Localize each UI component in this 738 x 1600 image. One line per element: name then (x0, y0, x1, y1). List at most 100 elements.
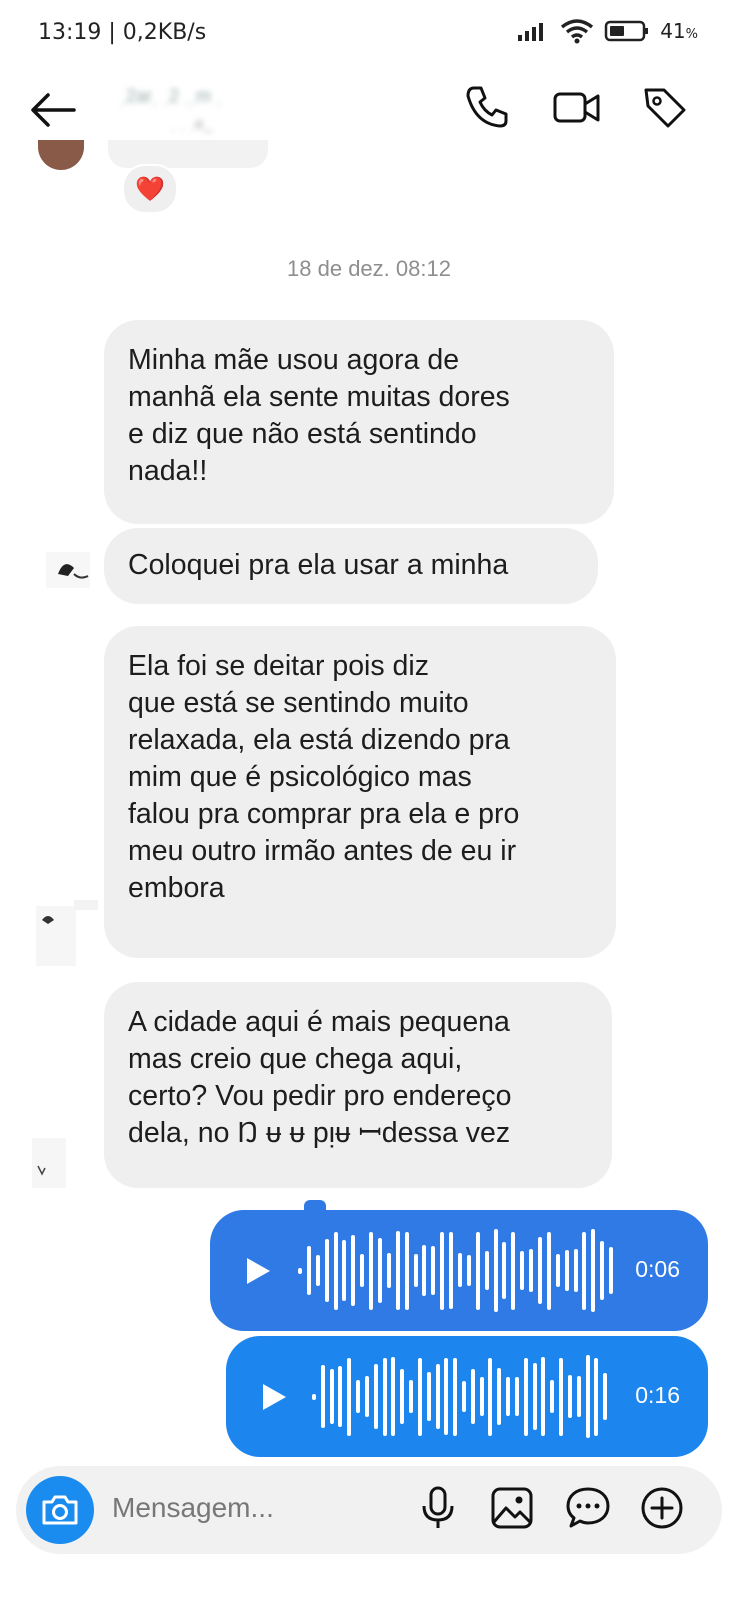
camera-icon (42, 1495, 78, 1525)
waveform-bar (422, 1244, 427, 1297)
waveform-bar (440, 1231, 445, 1310)
gallery-icon[interactable] (488, 1484, 536, 1532)
waveform-bar (609, 1247, 614, 1294)
waveform-bar (573, 1248, 578, 1293)
waveform-bar (466, 1255, 471, 1286)
message-text: Minha mãe usou agora de manhã ela sente … (128, 344, 510, 487)
sender-avatar[interactable] (34, 898, 100, 972)
waveform-bar (413, 1253, 418, 1288)
message-timestamp: 18 de dez. 08:12 (287, 256, 451, 281)
waveform-bar (567, 1374, 572, 1419)
waveform-bar (409, 1379, 414, 1414)
avatar[interactable] (38, 140, 84, 170)
waveform-bar (591, 1228, 596, 1313)
audio-duration: 0:06 (635, 1256, 680, 1282)
waveform-bar (523, 1357, 528, 1436)
waveform-bar (338, 1365, 343, 1428)
status-time: 13:19 | 0,2KB/s (38, 20, 207, 45)
sticker-chat-icon[interactable] (564, 1484, 612, 1532)
contact-username[interactable]: ˌ ˌ ˌe_ (170, 116, 213, 134)
waveform-bar (417, 1357, 422, 1436)
waveform-bar (382, 1357, 387, 1436)
tag-icon[interactable] (640, 82, 690, 132)
waveform-bar (449, 1231, 454, 1309)
waveform-bar (444, 1357, 449, 1435)
message-bubble[interactable]: Ela foi se deitar pois diz que está se s… (104, 626, 616, 958)
waveform-bar (555, 1254, 560, 1287)
audio-message[interactable]: 0:06 (210, 1210, 708, 1331)
status-icons: 41% (516, 18, 698, 44)
waveform-bar (431, 1245, 436, 1296)
message-bubble[interactable]: A cidade aqui é mais pequena mas creio q… (104, 982, 612, 1188)
audio-message[interactable]: 0:16 (226, 1336, 708, 1457)
waveform-bar (453, 1357, 458, 1436)
waveform-bar (529, 1249, 534, 1292)
camera-button[interactable] (26, 1476, 94, 1544)
waveform-bar (502, 1241, 507, 1300)
message-text: A cidade aqui é mais pequena mas creio q… (128, 1006, 512, 1149)
waveform-bar (479, 1377, 484, 1416)
waveform-bar (600, 1241, 605, 1300)
waveform-bar (351, 1235, 356, 1306)
waveform-bar (386, 1253, 391, 1288)
message-bubble[interactable]: Minha mãe usou agora de manhã ela sente … (104, 320, 614, 524)
heart-emoji: ❤️ (135, 175, 165, 203)
phone-icon[interactable] (462, 82, 512, 132)
signal-icon (518, 23, 544, 41)
waveform-bar (546, 1231, 551, 1310)
reaction-badge[interactable]: ❤️ (122, 164, 178, 214)
waveform-bar (532, 1362, 537, 1430)
microphone-icon[interactable] (414, 1484, 462, 1532)
waveform-bar (582, 1231, 587, 1310)
waveform-bar (320, 1365, 325, 1428)
waveform-bar (594, 1357, 599, 1436)
waveform-bar (559, 1357, 564, 1436)
message-input[interactable]: Mensagem... (112, 1492, 274, 1524)
waveform-bar (347, 1357, 352, 1436)
waveform-bar (306, 1246, 311, 1295)
audio-waveform[interactable] (298, 1210, 618, 1331)
battery-icon (604, 20, 649, 42)
play-icon[interactable] (260, 1382, 288, 1412)
waveform-bar (493, 1228, 498, 1313)
waveform-bar (538, 1236, 542, 1304)
waveform-bar (360, 1253, 365, 1288)
waveform-bar (506, 1376, 511, 1417)
status-bar: 13:19 | 0,2KB/s 41% (0, 0, 738, 64)
waveform-bar (312, 1393, 316, 1400)
audio-waveform[interactable] (312, 1336, 612, 1457)
waveform-bar (511, 1231, 516, 1310)
message-text: Coloquei pra ela usar a minha (128, 549, 509, 581)
audio-duration: 0:16 (635, 1382, 680, 1408)
waveform-bar (426, 1371, 431, 1422)
waveform-bar (520, 1251, 525, 1290)
waveform-bar (369, 1231, 374, 1310)
contact-name[interactable]: ˌ2arˌ ˌ2 ˌˌm ˌ (120, 86, 222, 107)
waveform-bar (514, 1377, 519, 1416)
waveform-bar (333, 1231, 338, 1310)
add-icon[interactable] (638, 1484, 686, 1532)
message-composer: Mensagem... (16, 1466, 722, 1554)
waveform-bar (603, 1373, 608, 1420)
waveform-bar (356, 1379, 361, 1414)
waveform-bar (298, 1267, 302, 1274)
waveform-bar (324, 1239, 329, 1302)
waveform-bar (585, 1354, 590, 1439)
play-icon[interactable] (244, 1256, 272, 1286)
message-text: Ela foi se deitar pois diz que está se s… (128, 650, 520, 904)
battery-unit: % (685, 27, 698, 42)
bubble-tail (304, 1200, 326, 1212)
message-bubble[interactable]: Coloquei pra ela usar a minha (104, 528, 598, 604)
battery-level: 41 (660, 19, 686, 43)
waveform-bar (484, 1251, 489, 1290)
waveform-bar (576, 1376, 581, 1417)
sender-avatar[interactable] (44, 546, 94, 596)
sender-avatar[interactable] (30, 1136, 70, 1190)
waveform-bar (550, 1380, 555, 1413)
waveform-bar (475, 1231, 480, 1310)
video-call-icon[interactable] (552, 82, 602, 132)
waveform-bar (391, 1356, 396, 1437)
waveform-bar (395, 1230, 400, 1311)
waveform-bar (470, 1369, 475, 1424)
back-arrow-icon[interactable] (28, 90, 78, 130)
